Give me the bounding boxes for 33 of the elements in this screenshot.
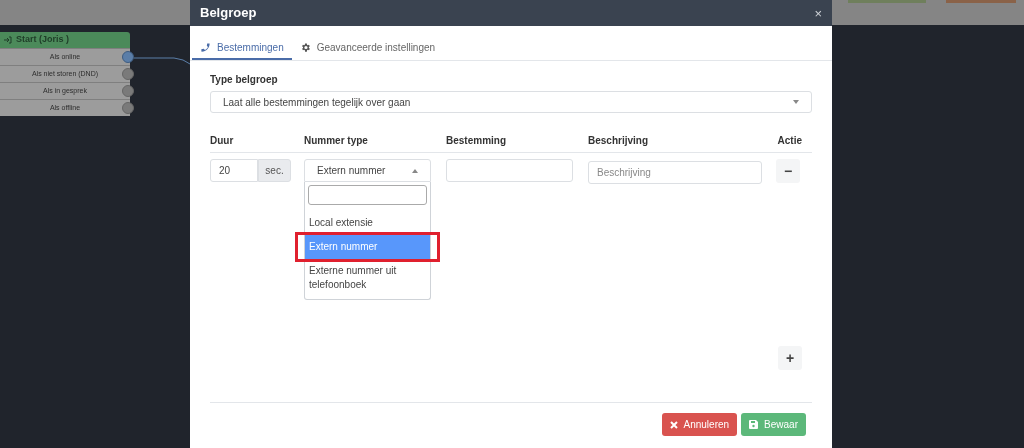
cancel-button[interactable]: Annuleren xyxy=(661,413,738,436)
enter-icon xyxy=(4,36,12,44)
close-icon xyxy=(669,420,678,429)
unit-label: sec. xyxy=(258,159,291,182)
select-field[interactable]: Laat alle bestemmingen tegelijk over gaan xyxy=(210,91,812,113)
dropdown-option[interactable]: Externe nummer uit telefoonboek xyxy=(305,259,430,297)
number-type-select[interactable]: Extern nummer xyxy=(304,159,431,182)
output-port[interactable] xyxy=(122,85,134,97)
column-header: Beschrijving xyxy=(588,134,650,148)
output-port[interactable] xyxy=(122,51,134,63)
phone-icon xyxy=(200,41,211,53)
add-button[interactable]: + xyxy=(778,346,802,370)
column-header: Bestemming xyxy=(446,134,507,148)
tab[interactable]: Bestemmingen xyxy=(192,36,292,60)
caret-icon xyxy=(412,168,418,173)
tab[interactable]: Geavanceerde instellingen xyxy=(291,36,444,60)
remove-button[interactable]: − xyxy=(776,159,800,183)
field-label: Type belgroep xyxy=(210,73,279,87)
search-field[interactable] xyxy=(308,185,427,205)
dialog-title: Belgroep xyxy=(200,4,257,23)
column-header: Actie xyxy=(776,134,803,148)
description-field[interactable]: Beschrijving xyxy=(588,161,762,184)
output-port[interactable] xyxy=(122,68,134,80)
close-button[interactable]: × xyxy=(814,6,822,20)
column-header: Duur xyxy=(210,134,235,148)
column-header: Nummer type xyxy=(304,134,369,148)
node-title: Start (Joris ) xyxy=(0,32,130,48)
caret-icon xyxy=(793,100,799,104)
dropdown-option[interactable]: Local extensie xyxy=(305,211,430,235)
connector-line xyxy=(134,56,190,66)
output-port[interactable] xyxy=(122,102,134,114)
destination-field[interactable] xyxy=(446,159,573,182)
gear-icon xyxy=(299,41,311,53)
